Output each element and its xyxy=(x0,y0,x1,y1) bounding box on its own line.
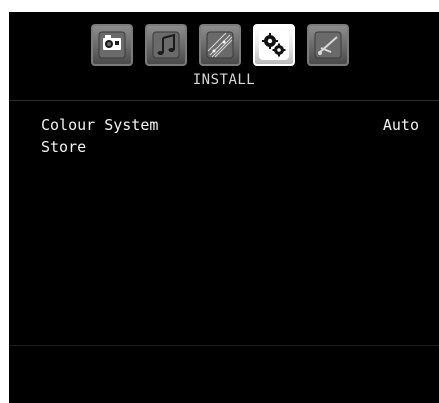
menu-item-label: Colour System xyxy=(41,116,159,134)
tab-sound[interactable] xyxy=(145,24,187,66)
menu-item-value: Auto xyxy=(382,116,419,134)
gears-icon xyxy=(259,30,289,60)
install-menu-list: Colour System Auto Store xyxy=(9,116,439,160)
top-menu-bar: INSTALL xyxy=(9,12,439,100)
install-menu-screen: INSTALL Colour System Auto Store xyxy=(9,12,439,403)
menu-item-label: Store xyxy=(41,138,87,156)
tab-picture[interactable] xyxy=(91,24,133,66)
menu-item-colour-system[interactable]: Colour System Auto xyxy=(9,116,439,138)
header-divider xyxy=(9,100,439,101)
tab-features[interactable] xyxy=(199,24,241,66)
satellite-dish-icon xyxy=(314,31,342,59)
footer-divider xyxy=(9,345,439,346)
tab-install[interactable] xyxy=(253,24,295,66)
menu-title: INSTALL xyxy=(192,72,256,88)
tab-source[interactable] xyxy=(307,24,349,66)
menu-tabs xyxy=(91,24,361,72)
music-note-icon xyxy=(152,31,180,59)
sparkle-picture-icon xyxy=(206,31,234,59)
menu-item-store[interactable]: Store xyxy=(9,138,439,160)
camera-icon xyxy=(98,31,126,59)
